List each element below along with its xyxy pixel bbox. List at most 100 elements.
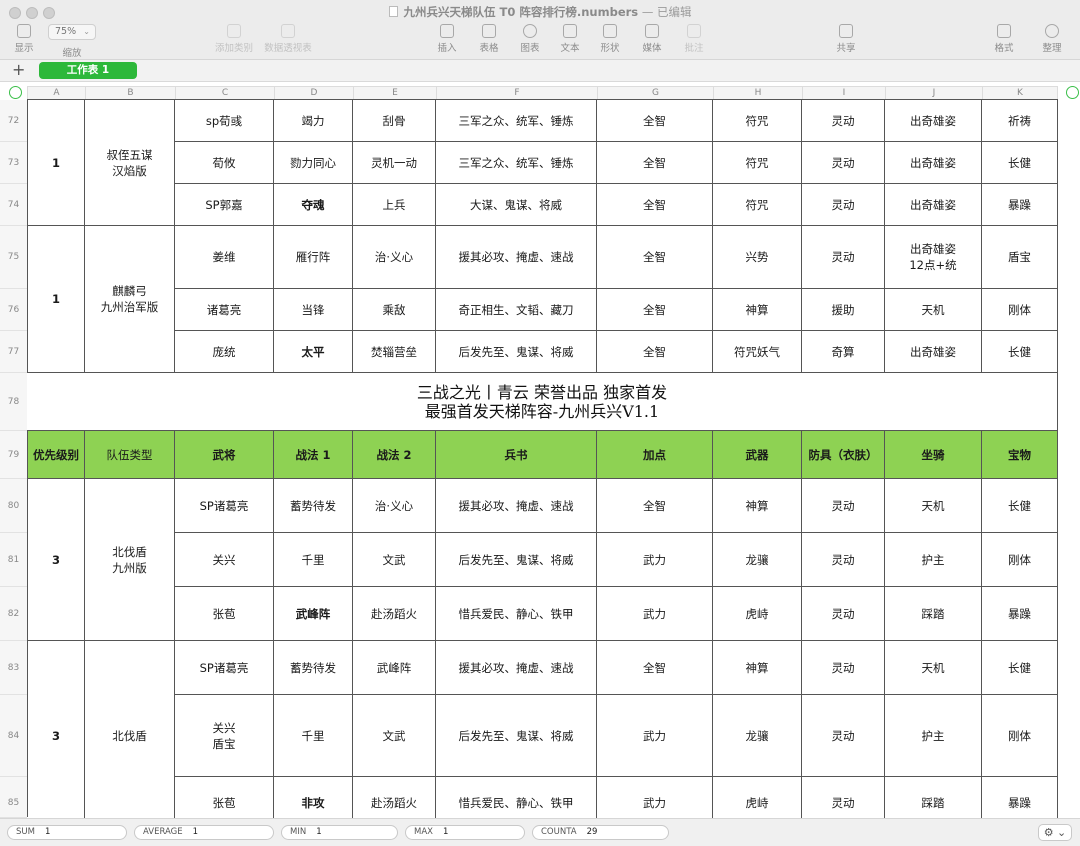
header-book[interactable]: 兵书 [436,431,597,479]
cell-skill-2[interactable]: 灵机一动 [353,142,436,184]
row-header-75[interactable]: 75 [0,226,27,289]
chart-button[interactable]: 图表 [518,24,542,54]
cell-armor[interactable]: 灵动 [802,533,885,587]
cell-book[interactable]: 惜兵爱民、静心、铁甲 [436,587,597,641]
cell-book[interactable]: 三军之众、统军、锤炼 [436,142,597,184]
header-points[interactable]: 加点 [597,431,713,479]
cell-mount[interactable]: 天机 [885,641,982,695]
cell-general[interactable]: 庞统 [175,331,274,373]
cell-weapon[interactable]: 神算 [713,289,802,331]
cell-points[interactable]: 全智 [597,142,713,184]
header-team-type[interactable]: 队伍类型 [85,431,175,479]
max-summary[interactable]: MAX 1 [405,825,525,840]
cell-mount[interactable]: 出奇雄姿 [885,331,982,373]
sum-summary[interactable]: SUM 1 [7,825,127,840]
row-header-74[interactable]: 74 [0,184,27,226]
summary-settings-button[interactable]: ⚙︎ ⌄ [1038,824,1072,841]
view-button[interactable]: 显示 [12,24,36,54]
cell-weapon[interactable]: 符咒 [713,142,802,184]
col-header-k[interactable]: K [982,86,1058,100]
cell-treasure[interactable]: 长健 [982,331,1058,373]
col-header-c[interactable]: C [175,86,274,100]
header-mount[interactable]: 坐骑 [885,431,982,479]
average-summary[interactable]: AVERAGE 1 [134,825,274,840]
cell-mount[interactable]: 出奇雄姿 12点+统 [885,226,982,289]
cell-points[interactable]: 全智 [597,100,713,142]
cell-team-type[interactable]: 北伐盾 [85,641,175,832]
cell-weapon[interactable]: 神算 [713,479,802,533]
cell-treasure[interactable]: 刚体 [982,289,1058,331]
cell-treasure[interactable]: 长健 [982,641,1058,695]
cell-treasure[interactable]: 长健 [982,479,1058,533]
cell-general[interactable]: 关兴 盾宝 [175,695,274,777]
cell-mount[interactable]: 踩踏 [885,587,982,641]
row-header-79[interactable]: 79 [0,431,27,479]
col-header-a[interactable]: A [27,86,85,100]
cell-book[interactable]: 后发先至、鬼谋、将威 [436,331,597,373]
header-weapon[interactable]: 武器 [713,431,802,479]
cell-priority[interactable]: 1 [28,226,85,373]
cell-skill-2[interactable]: 赴汤蹈火 [353,587,436,641]
cell-skill-2[interactable]: 治·义心 [353,226,436,289]
cell-skill-1[interactable]: 雁行阵 [274,226,353,289]
cell-points[interactable]: 全智 [597,226,713,289]
header-armor[interactable]: 防具（衣肤） [802,431,885,479]
cell-skill-2[interactable]: 文武 [353,533,436,587]
cell-treasure[interactable]: 暴躁 [982,587,1058,641]
cell-weapon[interactable]: 龙骧 [713,695,802,777]
cell-skill-2[interactable]: 武峰阵 [353,641,436,695]
cell-skill-1[interactable]: 竭力 [274,100,353,142]
cell-points[interactable]: 全智 [597,331,713,373]
row-header-76[interactable]: 76 [0,289,27,331]
cell-general[interactable]: 荀攸 [175,142,274,184]
cell-priority[interactable]: 3 [28,479,85,641]
cell-points[interactable]: 全智 [597,289,713,331]
row-header-83[interactable]: 83 [0,641,27,695]
counta-summary[interactable]: COUNTA 29 [532,825,669,840]
cell-book[interactable]: 三军之众、统军、锤炼 [436,100,597,142]
row-header-78[interactable]: 78 [0,373,27,431]
banner-cell[interactable]: 三战之光丨青云 荣誉出品 独家首发 最强首发天梯阵容-九州兵兴V1.1 [27,373,1058,431]
col-header-g[interactable]: G [597,86,713,100]
cell-skill-2[interactable]: 文武 [353,695,436,777]
cell-treasure[interactable]: 盾宝 [982,226,1058,289]
cell-skill-2[interactable]: 焚辎营垒 [353,331,436,373]
cell-weapon[interactable]: 符咒 [713,100,802,142]
cell-book[interactable]: 援其必攻、掩虚、速战 [436,479,597,533]
cell-skill-2[interactable]: 治·义心 [353,479,436,533]
pivot-table-button[interactable]: 数据透视表 [262,24,314,54]
cell-priority[interactable]: 3 [28,641,85,832]
cell-skill-2[interactable]: 乘敌 [353,289,436,331]
cell-skill-1[interactable]: 勠力同心 [274,142,353,184]
add-category-button[interactable]: 添加类别 [212,24,256,54]
cell-skill-1[interactable]: 太平 [274,331,353,373]
cell-armor[interactable]: 灵动 [802,184,885,226]
cell-points[interactable]: 武力 [597,533,713,587]
cell-skill-2[interactable]: 上兵 [353,184,436,226]
cell-book[interactable]: 后发先至、鬼谋、将威 [436,533,597,587]
cell-armor[interactable]: 奇算 [802,331,885,373]
cell-armor[interactable]: 灵动 [802,587,885,641]
cell-points[interactable]: 全智 [597,184,713,226]
cell-mount[interactable]: 护主 [885,695,982,777]
media-button[interactable]: 媒体 [640,24,664,54]
cell-treasure[interactable]: 刚体 [982,695,1058,777]
table-select-handle[interactable] [9,86,22,99]
cell-treasure[interactable]: 刚体 [982,533,1058,587]
row-header-85[interactable]: 85 [0,777,27,818]
cell-mount[interactable]: 天机 [885,289,982,331]
row-header-73[interactable]: 73 [0,142,27,184]
add-sheet-button[interactable]: + [12,60,25,80]
cell-armor[interactable]: 灵动 [802,226,885,289]
cell-general[interactable]: 姜维 [175,226,274,289]
cell-armor[interactable]: 援助 [802,289,885,331]
cell-skill-1[interactable]: 千里 [274,533,353,587]
row-header-84[interactable]: 84 [0,695,27,777]
cell-skill-1[interactable]: 蓄势待发 [274,479,353,533]
row-header-82[interactable]: 82 [0,587,27,641]
cell-mount[interactable]: 护主 [885,533,982,587]
cell-points[interactable]: 武力 [597,695,713,777]
cell-treasure[interactable]: 长健 [982,142,1058,184]
cell-skill-1[interactable]: 当锋 [274,289,353,331]
cell-armor[interactable]: 灵动 [802,100,885,142]
